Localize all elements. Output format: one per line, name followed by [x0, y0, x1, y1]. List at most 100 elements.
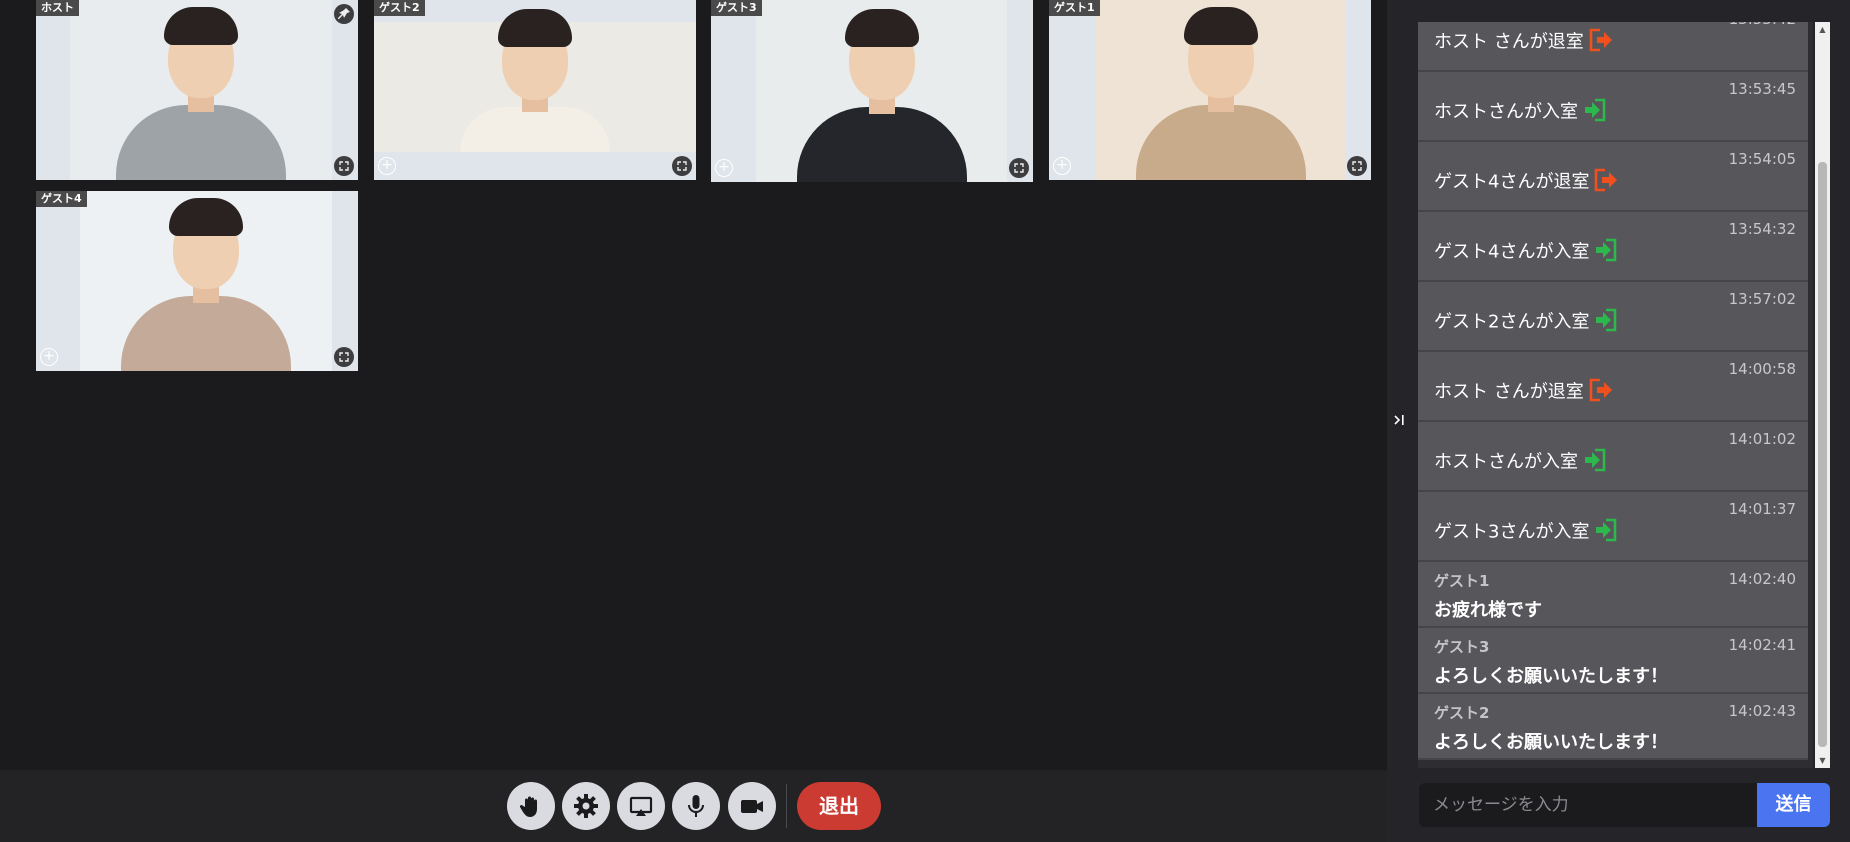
- participant-video: [756, 0, 1007, 182]
- scroll-down-arrow[interactable]: ▼: [1815, 753, 1830, 768]
- add-icon[interactable]: +: [1053, 157, 1071, 175]
- video-tile-guest2[interactable]: ゲスト2 +: [374, 0, 696, 180]
- send-button[interactable]: 送信: [1757, 783, 1830, 827]
- system-message: 14:01:37 ゲスト3さんが入室: [1418, 492, 1808, 562]
- enter-room-icon: [1592, 516, 1618, 549]
- fullscreen-icon[interactable]: [1009, 158, 1029, 178]
- add-icon[interactable]: +: [378, 157, 396, 175]
- system-message-row: ホスト さんが退室: [1434, 26, 1613, 59]
- camera-button[interactable]: [728, 782, 776, 830]
- gear-icon: [574, 794, 598, 818]
- scroll-up-arrow[interactable]: ▲: [1815, 22, 1830, 37]
- microphone-icon: [688, 795, 704, 817]
- participant-video: [1095, 0, 1346, 180]
- microphone-button[interactable]: [672, 782, 720, 830]
- system-message-row: ホストさんが入室: [1434, 446, 1607, 479]
- chat-message: 14:02:41 ゲスト3 よろしくお願いいたします！: [1418, 628, 1808, 694]
- participant-figure: [796, 7, 967, 182]
- enter-room-icon: [1581, 96, 1607, 129]
- participant-figure: [116, 5, 286, 180]
- system-message: 13:54:32 ゲスト4さんが入室: [1418, 212, 1808, 282]
- system-message-text: ホストさんが入室: [1434, 101, 1578, 123]
- chat-message: 14:02:40 ゲスト1 お疲れ様です: [1418, 562, 1808, 628]
- system-message-row: ゲスト2さんが入室: [1434, 306, 1618, 339]
- message-timestamp: 14:00:58: [1728, 360, 1796, 378]
- message-timestamp: 13:53:45: [1728, 80, 1796, 98]
- enter-room-icon: [1592, 236, 1618, 269]
- system-message: 13:53:42 ホスト さんが退室: [1418, 22, 1808, 72]
- fullscreen-icon[interactable]: [334, 156, 354, 176]
- settings-button[interactable]: [562, 782, 610, 830]
- participant-video: [80, 191, 332, 371]
- meeting-toolbar: 退出: [0, 770, 1387, 842]
- video-camera-icon: [741, 800, 763, 813]
- message-timestamp: 14:02:43: [1728, 702, 1796, 720]
- pin-icon[interactable]: [334, 4, 354, 24]
- system-message: 14:01:02 ホストさんが入室: [1418, 422, 1808, 492]
- message-body: よろしくお願いいたします！: [1434, 732, 1668, 753]
- participant-name-tag: ゲスト3: [711, 0, 762, 16]
- leave-room-icon: [1592, 166, 1618, 199]
- chat-scrollbar[interactable]: ▲ ▼: [1815, 22, 1830, 768]
- participant-figure: [1135, 5, 1306, 180]
- video-tile-host[interactable]: ホスト: [36, 0, 358, 180]
- leave-room-icon: [1587, 376, 1613, 409]
- message-body: お疲れ様です: [1434, 600, 1542, 621]
- participant-figure: [121, 196, 291, 371]
- screen-share-button[interactable]: [617, 782, 665, 830]
- fullscreen-icon[interactable]: [672, 156, 692, 176]
- participant-figure: [460, 9, 610, 152]
- hand-icon: [519, 796, 537, 817]
- video-tile-guest4[interactable]: ゲスト4 +: [36, 191, 358, 371]
- toolbar-divider: [786, 784, 787, 828]
- system-message-row: ホストさんが入室: [1434, 96, 1607, 129]
- chat-message: 14:02:43 ゲスト2 よろしくお願いいたします！: [1418, 694, 1808, 760]
- system-message-row: ゲスト4さんが入室: [1434, 236, 1618, 269]
- scrollbar-thumb[interactable]: [1818, 162, 1827, 747]
- message-timestamp: 14:02:40: [1728, 570, 1796, 588]
- system-message-text: ゲスト4さんが入室: [1434, 241, 1590, 263]
- participant-video: [70, 0, 332, 180]
- message-timestamp: 14:02:41: [1728, 636, 1796, 654]
- system-message-text: ゲスト4さんが退室: [1434, 171, 1590, 193]
- participant-name-tag: ホスト: [36, 0, 79, 16]
- system-message-text: ホスト さんが退室: [1434, 31, 1584, 53]
- system-message: 13:57:02 ゲスト2さんが入室: [1418, 282, 1808, 352]
- message-timestamp: 13:54:05: [1728, 150, 1796, 168]
- leave-room-icon: [1587, 26, 1613, 59]
- video-tile-guest1[interactable]: ゲスト1 +: [1049, 0, 1371, 180]
- raise-hand-button[interactable]: [507, 782, 555, 830]
- message-sender: ゲスト3: [1434, 638, 1490, 656]
- chat-message-list[interactable]: 13:53:42 ホスト さんが退室 13:53:45 ホストさんが入室 13:54:0…: [1418, 22, 1813, 768]
- message-input[interactable]: [1419, 783, 1757, 827]
- system-message-row: ゲスト4さんが退室: [1434, 166, 1618, 199]
- fullscreen-icon[interactable]: [1347, 156, 1367, 176]
- video-tile-guest3[interactable]: ゲスト3 +: [711, 0, 1033, 182]
- message-timestamp: 14:01:37: [1728, 500, 1796, 518]
- fullscreen-icon[interactable]: [334, 347, 354, 367]
- participant-name-tag: ゲスト4: [36, 191, 87, 207]
- system-message: 13:53:45 ホストさんが入室: [1418, 72, 1808, 142]
- message-timestamp: 13:57:02: [1728, 290, 1796, 308]
- system-message-text: ゲスト2さんが入室: [1434, 311, 1590, 333]
- leave-button[interactable]: 退出: [797, 782, 881, 830]
- message-timestamp: 13:54:32: [1728, 220, 1796, 238]
- enter-room-icon: [1581, 446, 1607, 479]
- enter-room-icon: [1592, 306, 1618, 339]
- message-sender: ゲスト1: [1434, 572, 1490, 590]
- message-sender: ゲスト2: [1434, 704, 1490, 722]
- message-timestamp: 13:53:42: [1729, 22, 1796, 28]
- add-icon[interactable]: +: [715, 159, 733, 177]
- screen-share-icon: [629, 796, 653, 816]
- message-body: よろしくお願いいたします！: [1434, 666, 1668, 687]
- video-stage: ホスト ゲスト2 + ゲスト3 + ゲスト1 + ゲスト4 +: [0, 0, 1387, 770]
- system-message-row: ゲスト3さんが入室: [1434, 516, 1618, 549]
- system-message-text: ホストさんが入室: [1434, 451, 1578, 473]
- system-message-text: ホスト さんが退室: [1434, 381, 1584, 403]
- chat-input-row: 送信: [1419, 783, 1830, 827]
- collapse-panel-icon[interactable]: [1392, 412, 1408, 432]
- message-timestamp: 14:01:02: [1728, 430, 1796, 448]
- add-icon[interactable]: +: [40, 348, 58, 366]
- participant-name-tag: ゲスト1: [1049, 0, 1100, 16]
- system-message-row: ホスト さんが退室: [1434, 376, 1613, 409]
